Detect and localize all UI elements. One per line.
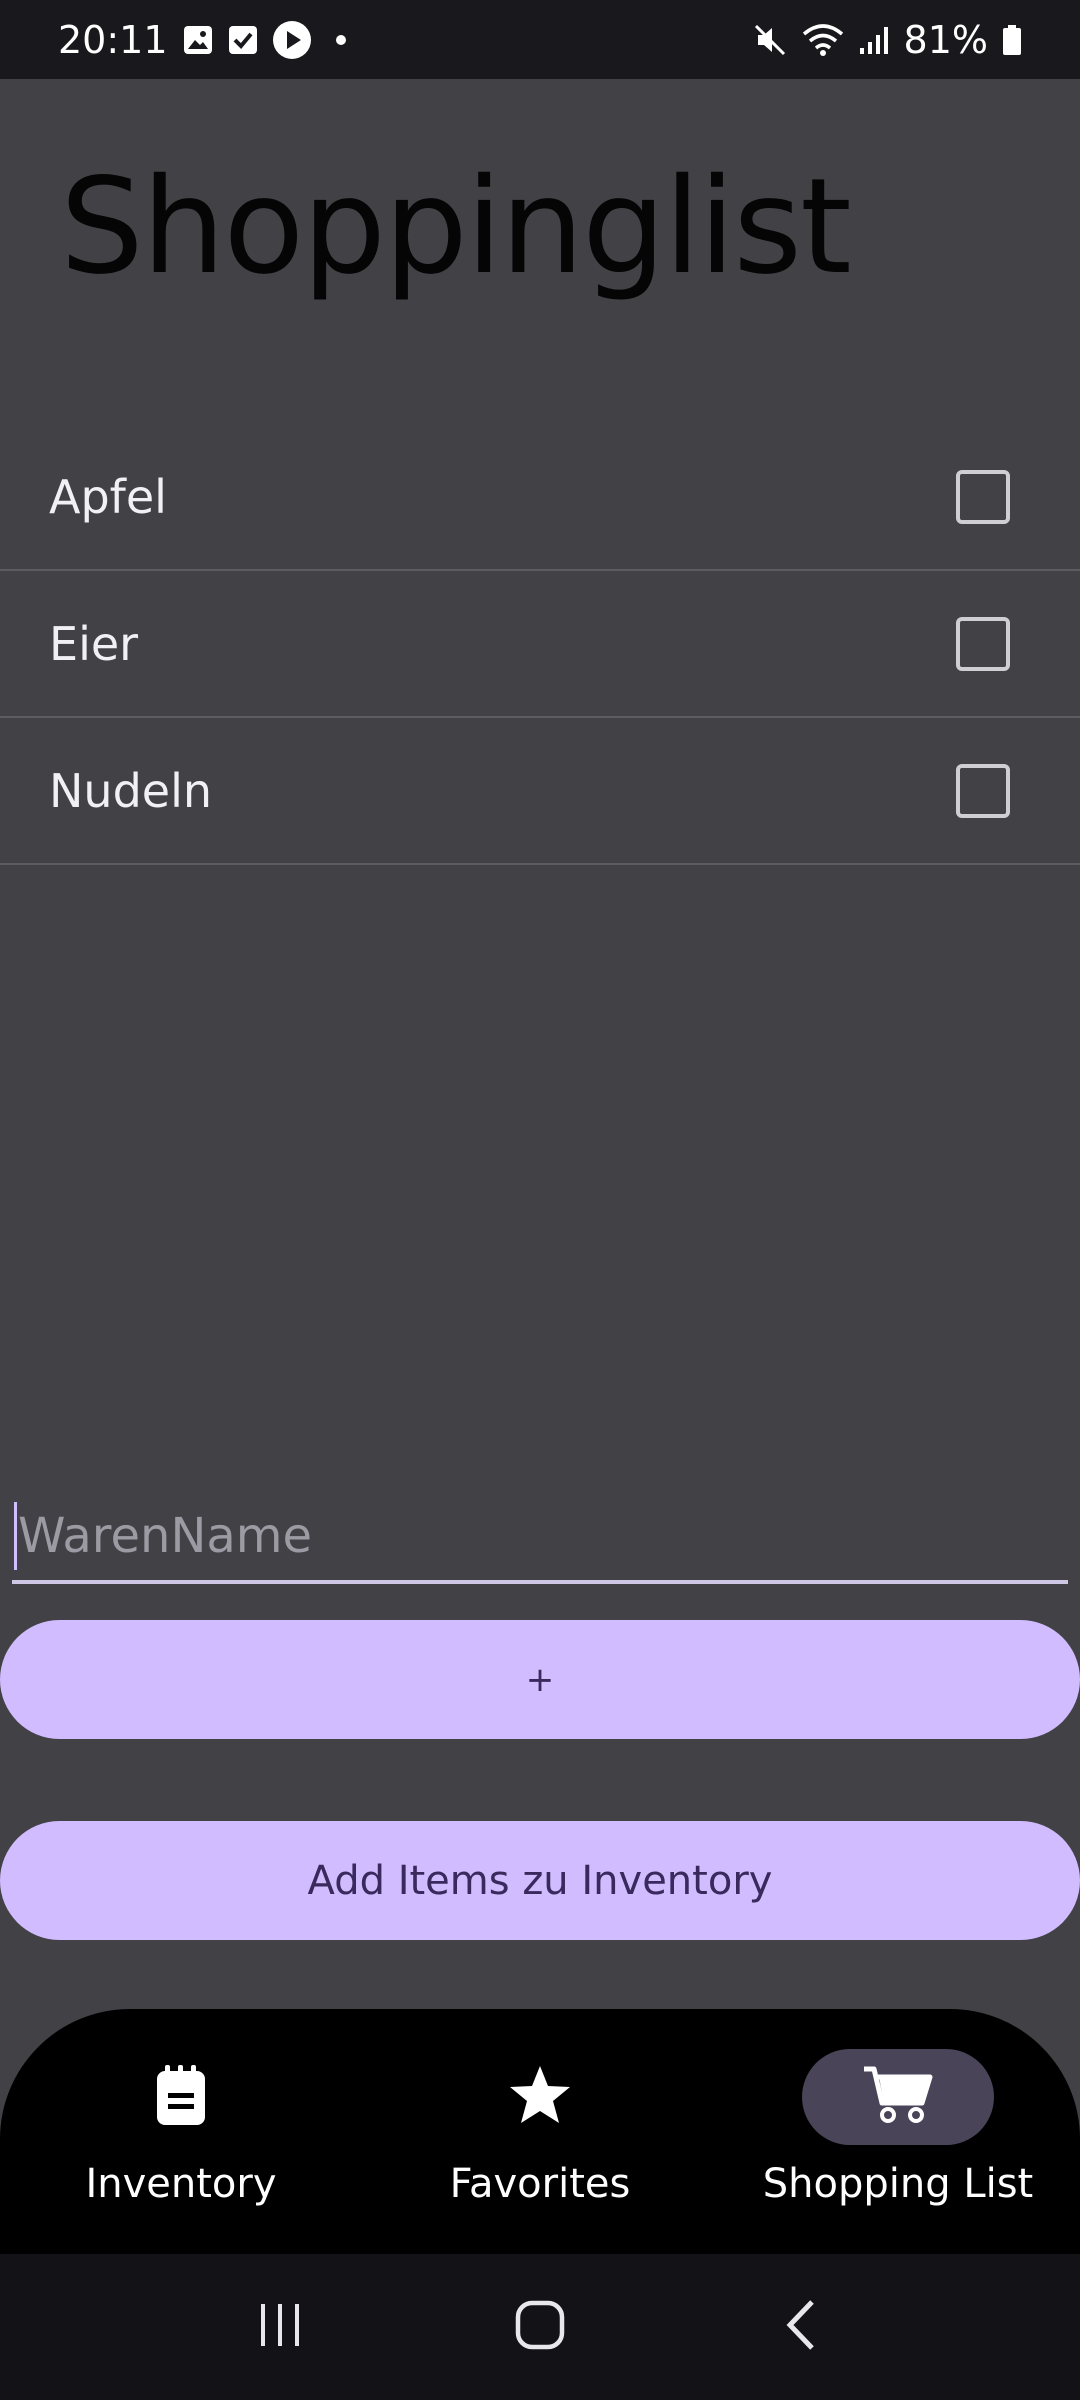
dot-icon [326, 25, 356, 55]
nav-item-inventory[interactable]: Inventory [31, 2049, 331, 2219]
waren-name-field [12, 1492, 1068, 1584]
play-icon [272, 20, 312, 60]
list-item-label: Apfel [49, 469, 167, 524]
shopping-item-list: Apfel Eier Nudeln [0, 424, 1080, 865]
nav-item-shopping-list[interactable]: Shopping List [748, 2049, 1048, 2219]
recent-apps-button[interactable] [240, 2287, 320, 2367]
list-item[interactable]: Apfel [0, 424, 1080, 571]
nav-icon-container [444, 2049, 636, 2145]
status-time: 20:11 [58, 17, 168, 62]
app-screen: 20:11 81% Shoppinglist Apfel Eier Nudeln… [0, 0, 1080, 2400]
battery-percentage: 81% [903, 17, 988, 62]
list-item-label: Nudeln [49, 763, 212, 818]
page-title: Shoppinglist [60, 150, 852, 304]
checkbox-notification-icon [228, 25, 258, 55]
waren-name-input[interactable] [12, 1492, 1068, 1580]
text-cursor [14, 1502, 17, 1570]
mute-icon [752, 22, 788, 58]
back-button[interactable] [760, 2287, 840, 2367]
nav-item-favorites[interactable]: Favorites [390, 2049, 690, 2219]
cart-icon [862, 2065, 934, 2129]
star-icon [508, 2064, 572, 2130]
nav-icon-container [85, 2049, 277, 2145]
status-left: 20:11 [58, 18, 356, 62]
nav-label-shopping-list: Shopping List [762, 2161, 1034, 2207]
home-icon [514, 2299, 566, 2355]
add-items-to-inventory-button[interactable]: Add Items zu Inventory [0, 1821, 1080, 1940]
battery-icon [1002, 24, 1022, 56]
status-right: 81% [752, 18, 1022, 62]
bottom-navigation: Inventory Favorites Shopping List [0, 2009, 1080, 2254]
item-checkbox[interactable] [956, 469, 1010, 524]
status-bar: 20:11 81% [0, 0, 1080, 79]
home-button[interactable] [500, 2287, 580, 2367]
list-item[interactable]: Eier [0, 571, 1080, 718]
nav-label-inventory: Inventory [85, 2161, 277, 2207]
item-checkbox[interactable] [956, 763, 1010, 818]
list-item[interactable]: Nudeln [0, 718, 1080, 865]
signal-icon [858, 24, 890, 56]
notepad-icon [153, 2063, 209, 2131]
list-item-label: Eier [49, 616, 139, 671]
nav-label-favorites: Favorites [449, 2161, 631, 2207]
item-checkbox[interactable] [956, 616, 1010, 671]
recent-apps-icon [255, 2300, 305, 2354]
gallery-icon [182, 24, 214, 56]
system-navigation-bar [0, 2254, 1080, 2400]
wifi-icon [802, 22, 844, 58]
nav-active-indicator [802, 2049, 994, 2145]
add-item-button[interactable]: + [0, 1620, 1080, 1739]
back-icon [780, 2298, 820, 2356]
